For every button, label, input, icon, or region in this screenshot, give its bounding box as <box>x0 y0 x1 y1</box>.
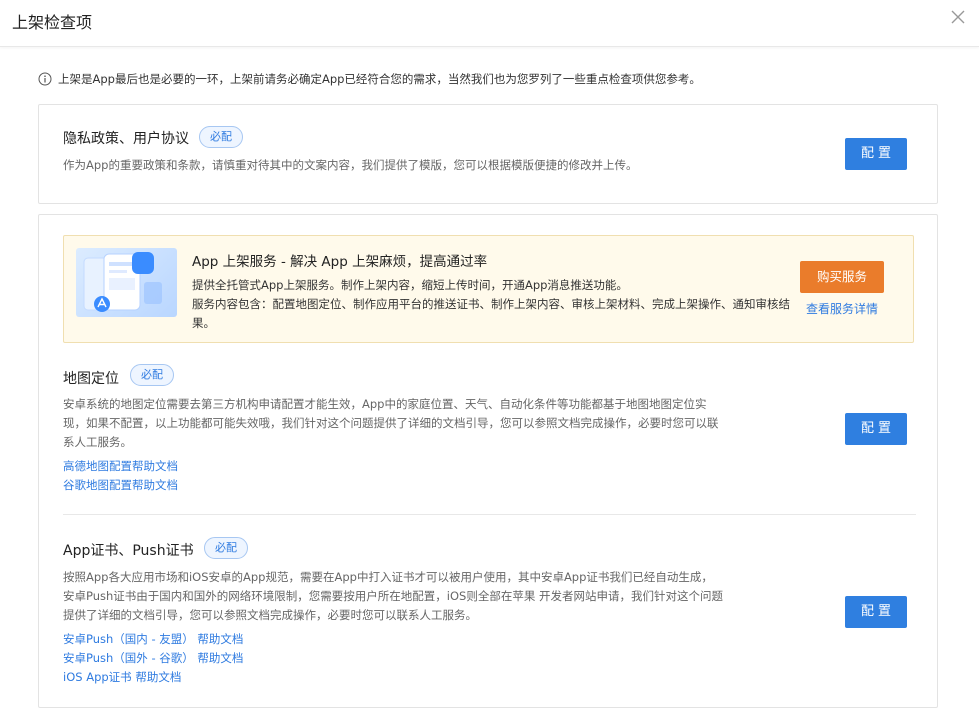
privacy-config-button[interactable]: 配置 <box>845 138 907 170</box>
dialog-header: 上架检查项 <box>0 0 979 47</box>
cert-desc: 按照App各大应用市场和iOS安卓的App规范，需要在App中打入证书才可以被用… <box>63 570 723 622</box>
cert-config-button[interactable]: 配置 <box>845 596 907 628</box>
cert-title: App证书、Push证书 <box>63 543 194 559</box>
service-detail-link[interactable]: 查看服务详情 <box>806 300 878 317</box>
map-desc: 安卓系统的地图定位需要去第三方机构申请配置才能生效，App中的家庭位置、天气、自… <box>63 397 719 449</box>
config-card: App 上架服务 - 解决 App 上架麻烦，提高通过率 提供全托管式App上架… <box>38 214 938 708</box>
privacy-card: 隐私政策、用户协议 必配 作为App的重要政策和条款，请慎重对待其中的文案内容，… <box>38 104 938 204</box>
close-icon[interactable] <box>949 8 967 26</box>
privacy-desc: 作为App的重要政策和条款，请慎重对待其中的文案内容，我们提供了模版，您可以根据… <box>63 158 638 172</box>
ios-cert-help-link[interactable]: iOS App证书 帮助文档 <box>63 669 181 685</box>
map-config-button[interactable]: 配置 <box>845 413 907 445</box>
google-map-help-link[interactable]: 谷歌地图配置帮助文档 <box>63 477 178 493</box>
notice-bar: 上架是App最后也是必要的一环，上架前请务必确定App已经符合您的需求，当然我们… <box>38 71 701 87</box>
map-title: 地图定位 <box>63 371 119 387</box>
info-icon <box>38 72 52 86</box>
dialog-title: 上架检查项 <box>12 13 93 32</box>
divider <box>63 514 916 515</box>
promo-desc: 提供全托管式App上架服务。制作上架内容，缩短上传时间，开通App消息推送功能。… <box>192 276 797 333</box>
required-badge: 必配 <box>130 364 174 386</box>
amap-help-link[interactable]: 高德地图配置帮助文档 <box>63 458 178 474</box>
promo-desc-line1: 提供全托管式App上架服务。制作上架内容，缩短上传时间，开通App消息推送功能。 <box>192 278 628 292</box>
promo-illustration <box>76 248 177 317</box>
required-badge: 必配 <box>199 126 243 148</box>
android-push-global-help-link[interactable]: 安卓Push（国外 - 谷歌） 帮助文档 <box>63 650 243 666</box>
privacy-title: 隐私政策、用户协议 <box>63 131 189 147</box>
buy-service-button[interactable]: 购买服务 <box>800 261 884 293</box>
notice-text: 上架是App最后也是必要的一环，上架前请务必确定App已经符合您的需求，当然我们… <box>58 72 701 86</box>
promo-banner: App 上架服务 - 解决 App 上架麻烦，提高通过率 提供全托管式App上架… <box>63 235 914 343</box>
required-badge: 必配 <box>204 537 248 559</box>
promo-title: App 上架服务 - 解决 App 上架麻烦，提高通过率 <box>192 254 488 270</box>
promo-desc-line2: 服务内容包含：配置地图定位、制作应用平台的推送证书、制作上架内容、审核上架材料、… <box>192 297 790 330</box>
android-push-cn-help-link[interactable]: 安卓Push（国内 - 友盟） 帮助文档 <box>63 631 243 647</box>
